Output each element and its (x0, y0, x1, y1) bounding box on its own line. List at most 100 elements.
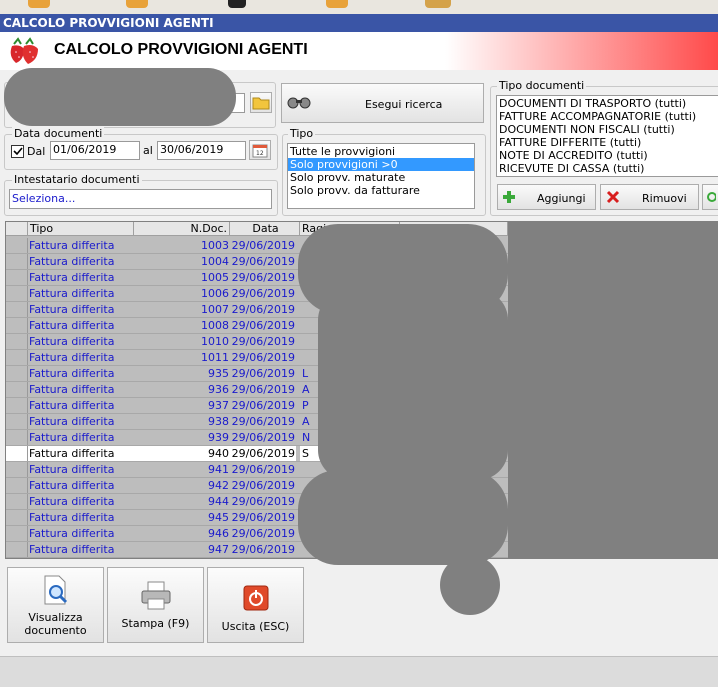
page-header: CALCOLO PROVVIGIONI AGENTI (0, 32, 718, 70)
tipo-option[interactable]: Solo provv. da fatturare (288, 184, 474, 197)
row-indicator (6, 318, 28, 334)
tipodoc-item[interactable]: FATTURE ACCOMPAGNATORIE (tutti) (497, 110, 718, 123)
cell-ndoc: 935 (208, 367, 229, 380)
calendar-button[interactable]: 12 (249, 140, 271, 160)
tipodoc-listbox[interactable]: DOCUMENTI DI TRASPORTO (tutti) FATTURE A… (496, 95, 718, 177)
cell-tipo: Fattura differita (29, 271, 115, 284)
intestatario-legend: Intestatario documenti (12, 173, 142, 186)
tipodoc-item[interactable]: DOCUMENTI NON FISCALI (tutti) (497, 123, 718, 136)
row-indicator (6, 510, 28, 526)
svg-text:12: 12 (256, 150, 264, 157)
cell-tipo: Fattura differita (29, 543, 115, 556)
add-button-label: Aggiungi (537, 192, 586, 205)
cell-data: 29/06/2019 (231, 527, 295, 540)
view-document-button[interactable]: Visualizza documento (7, 567, 104, 643)
grid-header-data[interactable]: Data (230, 222, 300, 236)
redacted-area (318, 290, 508, 480)
cell-ndoc: 942 (208, 479, 229, 492)
cell-data: 29/06/2019 (231, 415, 295, 428)
tipodoc-item[interactable]: RICEVUTE DI CASSA (tutti) (497, 162, 718, 175)
cell-data: 29/06/2019 (231, 319, 295, 332)
cell-tipo: Fattura differita (29, 399, 115, 412)
date-checkbox[interactable] (11, 145, 24, 158)
row-indicator (6, 414, 28, 430)
toolbar-icon[interactable] (326, 0, 348, 8)
cell-data: 29/06/2019 (231, 463, 295, 476)
exit-label: Uscita (ESC) (221, 620, 290, 633)
tipodoc-item[interactable]: FATTURE DIFFERITE (tutti) (497, 136, 718, 149)
row-indicator (6, 366, 28, 382)
cell-ndoc: 1007 (201, 303, 229, 316)
cell-data: 29/06/2019 (231, 367, 295, 380)
window-title: CALCOLO PROVVIGIONI AGENTI (3, 16, 214, 30)
grid-header-tipo[interactable]: Tipo (28, 222, 134, 236)
toolbar-icon[interactable] (126, 0, 148, 8)
remove-button[interactable]: Rimuovi (600, 184, 699, 210)
search-button[interactable]: Esegui ricerca (281, 83, 484, 123)
print-button[interactable]: Stampa (F9) (107, 567, 204, 643)
extra-button[interactable] (702, 184, 718, 210)
row-indicator (6, 542, 28, 558)
cell-ndoc: 1010 (201, 335, 229, 348)
cell-tipo: Fattura differita (29, 431, 115, 444)
date-to-label: al (143, 144, 153, 157)
cell-ndoc: 1003 (201, 239, 229, 252)
tipo-option[interactable]: Tutte le provvigioni (288, 145, 474, 158)
row-indicator (6, 446, 28, 462)
date-legend: Data documenti (12, 127, 105, 140)
cell-tipo: Fattura differita (29, 415, 115, 428)
status-bar (0, 656, 718, 687)
cell-data: 29/06/2019 (231, 399, 295, 412)
tipodoc-item[interactable]: DOCUMENTI DI TRASPORTO (tutti) (497, 97, 718, 110)
cell-data: 29/06/2019 (231, 495, 295, 508)
cell-ndoc: 939 (208, 431, 229, 444)
tipo-option-selected[interactable]: Solo provvigioni >0 (288, 158, 474, 171)
row-indicator (6, 350, 28, 366)
cell-data: 29/06/2019 (231, 335, 295, 348)
row-indicator (6, 462, 28, 478)
search-button-label: Esegui ricerca (365, 98, 443, 111)
cell-data: 29/06/2019 (231, 287, 295, 300)
row-indicator (6, 334, 28, 350)
exit-button[interactable]: Uscita (ESC) (207, 567, 304, 643)
cell-tipo: Fattura differita (29, 511, 115, 524)
tipodoc-item[interactable]: NOTE DI ACCREDITO (tutti) (497, 149, 718, 162)
grid-header-ndoc[interactable]: N.Doc. (134, 222, 230, 236)
row-indicator (6, 430, 28, 446)
cell-ndoc: 1008 (201, 319, 229, 332)
redacted-area (4, 68, 236, 126)
tipo-option[interactable]: Solo provv. maturate (288, 171, 474, 184)
row-indicator (6, 238, 28, 254)
open-folder-button[interactable] (250, 92, 272, 113)
toolbar-icon[interactable] (28, 0, 50, 8)
cell-tipo: Fattura differita (29, 527, 115, 540)
cell-ndoc: 946 (208, 527, 229, 540)
cell-tipo: Fattura differita (29, 495, 115, 508)
calendar-icon: 12 (252, 144, 268, 158)
cell-data: 29/06/2019 (231, 383, 295, 396)
cell-ndoc: 940 (134, 446, 230, 462)
cell-tipo: Fattura differita (29, 383, 115, 396)
redacted-area (440, 555, 500, 615)
row-indicator (6, 286, 28, 302)
cell-data: 29/06/2019 (230, 446, 296, 462)
add-button[interactable]: Aggiungi (497, 184, 596, 210)
toolbar-icon[interactable] (228, 0, 246, 8)
date-from-input[interactable]: 01/06/2019 (50, 141, 140, 160)
view-document-label-2: documento (24, 624, 87, 637)
cell-ndoc: 938 (208, 415, 229, 428)
date-to-input[interactable]: 30/06/2019 (157, 141, 246, 160)
cell-tipo: Fattura differita (29, 463, 115, 476)
toolbar-icon[interactable] (425, 0, 451, 8)
view-document-label-1: Visualizza (28, 611, 83, 624)
row-indicator (6, 302, 28, 318)
checkmark-icon (13, 147, 23, 156)
grid-empty-area (509, 221, 718, 559)
printer-icon (141, 581, 170, 610)
folder-icon (252, 97, 270, 110)
intestatario-input[interactable]: Seleziona... (9, 189, 272, 209)
tipo-listbox[interactable]: Tutte le provvigioni Solo provvigioni >0… (287, 143, 475, 209)
grid-header-corner (6, 222, 28, 236)
magnifier-document-icon (44, 575, 67, 605)
date-from-label: Dal (27, 145, 46, 158)
